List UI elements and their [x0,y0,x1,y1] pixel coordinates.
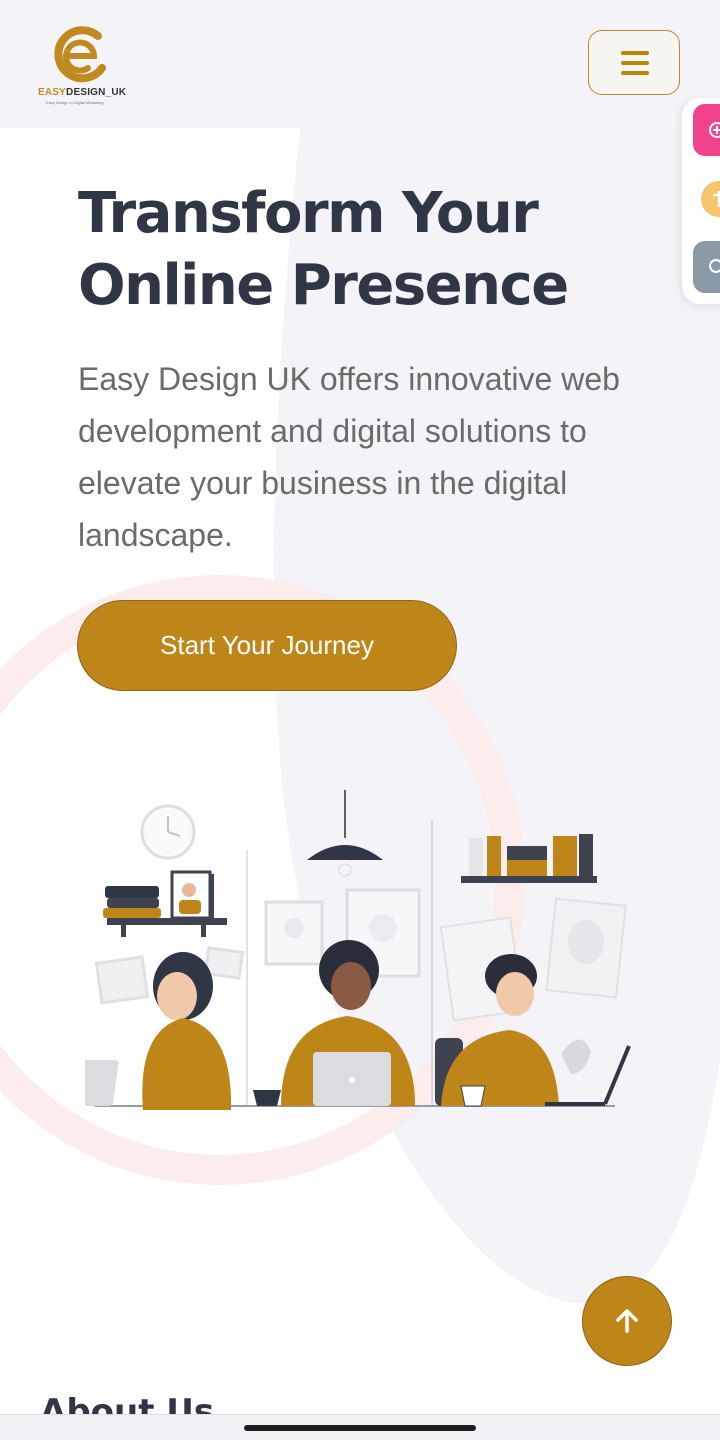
search-icon [709,259,720,273]
hero-illustration [85,790,631,1110]
dock-button-add[interactable] [693,104,720,156]
scroll-to-top-button[interactable] [582,1276,672,1366]
site-logo[interactable]: EASYDESIGN_UK Easy Design in Digital Mar… [34,18,134,108]
page: EASYDESIGN_UK Easy Design in Digital Mar… [0,0,720,1440]
pin-icon [701,181,720,217]
logo-brand-text: EASYDESIGN_UK [38,87,127,98]
site-header: EASYDESIGN_UK Easy Design in Digital Mar… [0,0,720,128]
plus-circle-icon [709,122,720,138]
hero-title: Transform Your Online Presence [78,178,678,322]
hero-title-line-2: Online Presence [78,253,569,318]
arrow-up-icon [616,1309,638,1333]
hero-title-line-1: Transform Your [78,181,539,246]
clock-icon [140,804,196,860]
side-quick-dock [682,98,720,304]
logo-tagline: Easy Design in Digital Marketing [46,100,104,105]
dock-button-pin[interactable] [693,173,720,225]
dock-button-search[interactable] [693,241,720,293]
logo-icon [54,26,106,83]
start-journey-button[interactable]: Start Your Journey [77,600,457,691]
menu-button[interactable] [588,30,680,95]
home-indicator[interactable] [244,1425,476,1431]
system-nav-bar [0,1414,720,1440]
hero-description: Easy Design UK offers innovative web dev… [78,361,620,553]
